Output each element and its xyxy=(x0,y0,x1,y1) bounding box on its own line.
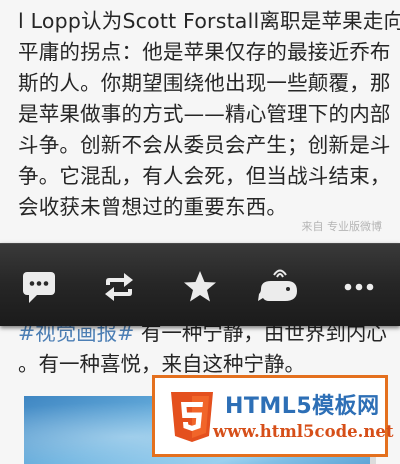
comment-bubble-icon xyxy=(23,272,55,303)
post-text-line: 斗争。创新不会从委员会产生；创新是斗 xyxy=(18,133,391,157)
post-text-line: 平庸的拐点：他是苹果仅存的最接近乔布 xyxy=(18,40,391,64)
html5-watermark: HTML5模板网 www.html5code.net xyxy=(152,375,393,457)
more-dots-icon xyxy=(344,283,374,291)
whale-icon xyxy=(258,269,297,301)
favorite-button[interactable] xyxy=(178,265,222,309)
more-button[interactable] xyxy=(337,265,381,309)
post-text: l Lopp认为Scott Forstall离职是苹果走向 平庸的拐点：他是苹果… xyxy=(18,6,400,223)
post-text-line: 是苹果做事的方式——精心管理下的内部 xyxy=(18,102,391,126)
post-text-line: 斯的人。你期望围绕他出现一些颠覆，那 xyxy=(18,71,391,95)
whale-button[interactable] xyxy=(257,265,301,309)
watermark-title: HTML5模板网 xyxy=(225,394,380,419)
repost-button[interactable] xyxy=(97,265,141,309)
action-toolbar xyxy=(0,243,400,326)
post-text-line: 争。它混乱，有人会死，但当战斗结束， xyxy=(18,164,391,188)
html5-shield-icon xyxy=(171,392,213,442)
post-text-line: l Lopp认为Scott Forstall离职是苹果走向 xyxy=(18,9,400,33)
post-source[interactable]: 来自 专业版微博 xyxy=(302,218,383,234)
repost-arrows-icon xyxy=(105,273,133,301)
comment-button[interactable] xyxy=(17,265,61,309)
post-card: l Lopp认为Scott Forstall离职是苹果走向 平庸的拐点：他是苹果… xyxy=(0,0,400,243)
next-post-text: #视觉画报# 有一种宁静，由世界到内心 。有一种喜悦，来自这种宁静。 xyxy=(18,318,390,380)
star-icon xyxy=(184,271,216,302)
watermark-url: www.html5code.net xyxy=(213,422,394,441)
